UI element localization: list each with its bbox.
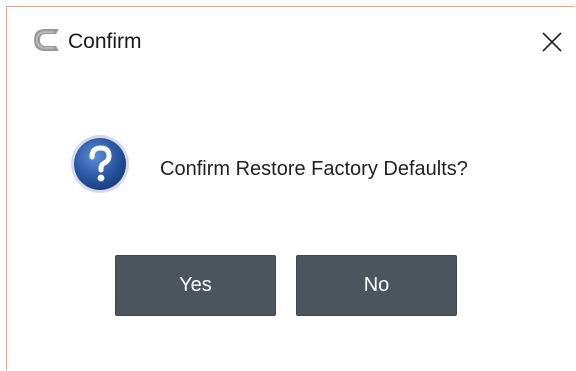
close-icon [542, 32, 562, 52]
no-button[interactable]: No [296, 255, 457, 316]
app-logo-icon [31, 28, 61, 52]
window-title: Confirm [68, 30, 142, 53]
close-button[interactable] [535, 27, 569, 57]
title-bar: Confirm [7, 7, 575, 73]
yes-button[interactable]: Yes [115, 255, 276, 316]
question-icon [69, 133, 131, 195]
confirm-dialog: Confirm Confirm Restore Factory Defaults… [6, 6, 575, 370]
confirm-message: Confirm Restore Factory Defaults? [160, 158, 468, 180]
